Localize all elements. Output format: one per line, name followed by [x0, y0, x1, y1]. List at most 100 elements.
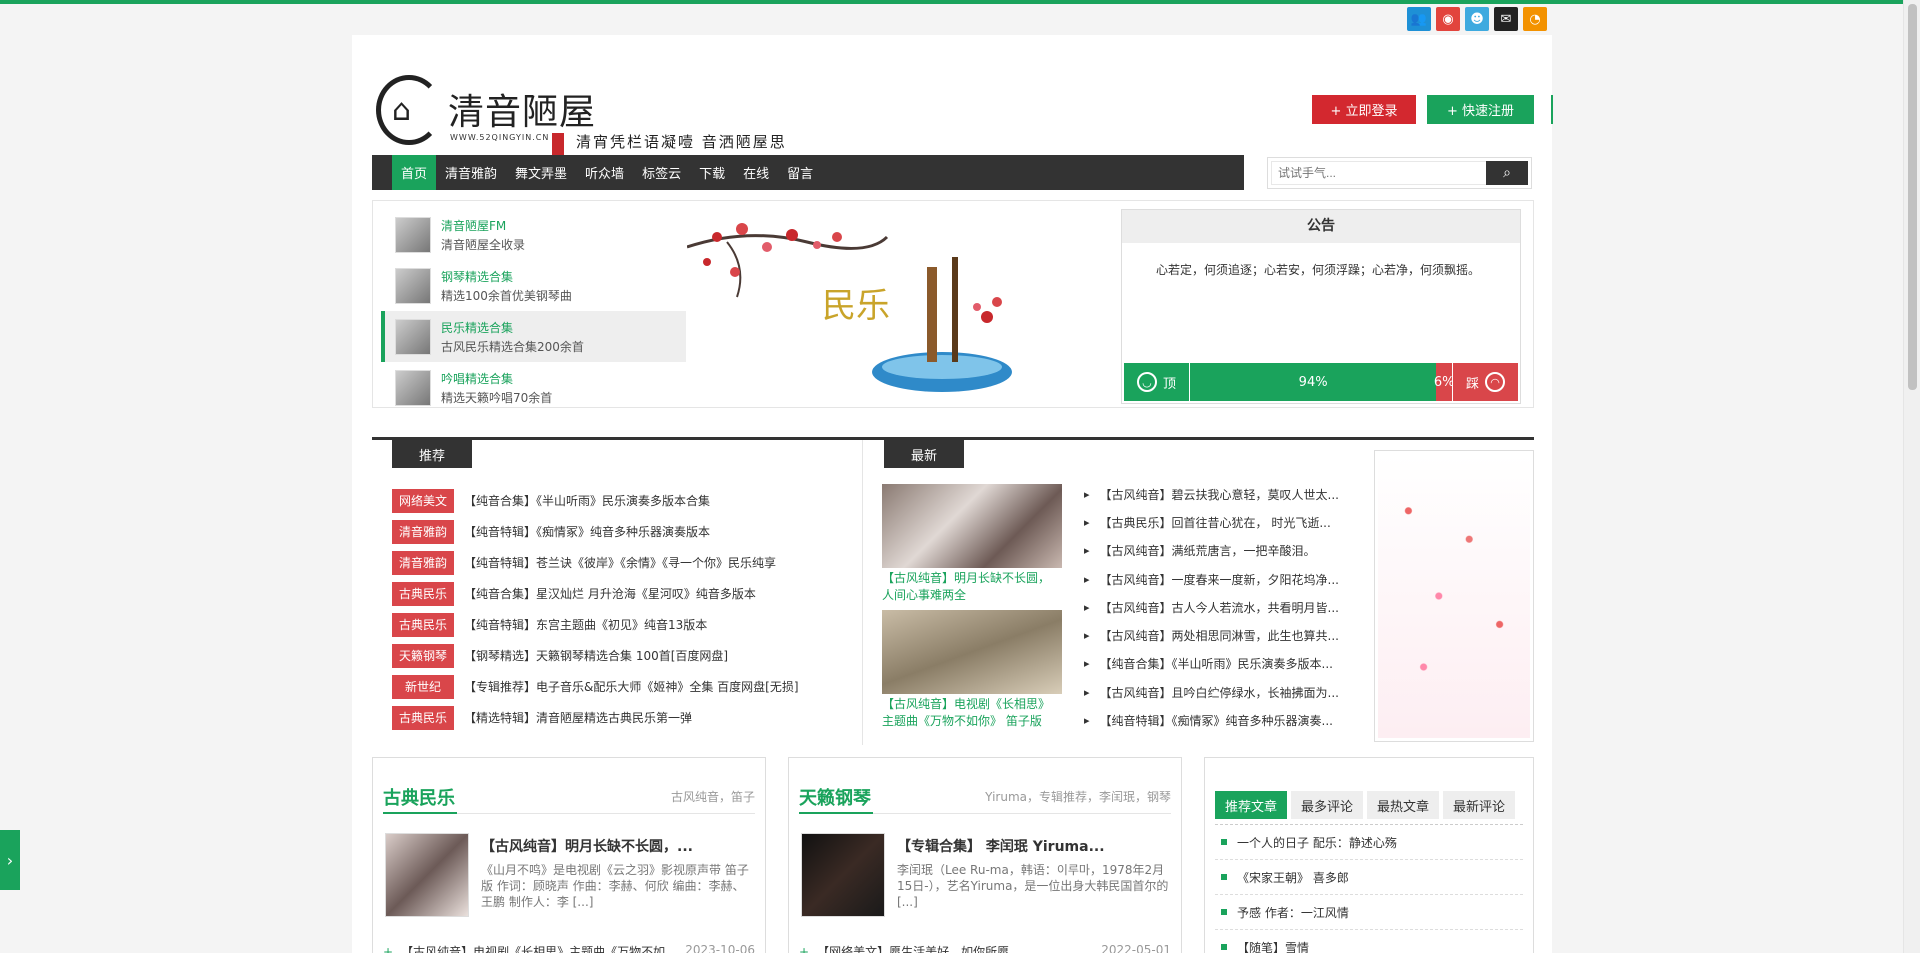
category-tag[interactable]: 清音雅韵 [392, 550, 454, 575]
list-item[interactable]: 【纯音特辑】《痴情冢》纯音多种乐器演奏... [1084, 706, 1344, 734]
box-title[interactable]: 古典民乐 [383, 784, 457, 814]
article-tabs: 推荐文章 最多评论 最热文章 最新评论 [1215, 791, 1516, 819]
latest-tab[interactable]: 最新 [884, 440, 964, 468]
category-tag[interactable]: 天籁钢琴 [392, 643, 454, 668]
tab-latest-comments[interactable]: 最新评论 [1443, 791, 1516, 819]
list-item[interactable]: 【古典民乐】回首往昔心犹在， 时光飞逝... [1084, 508, 1344, 536]
list-item[interactable]: 《宋家王朝》 喜多郎 [1215, 860, 1523, 895]
item-date: 2022-05-01 [1101, 943, 1171, 953]
social-links: 👥 ◉ ☻ ✉ ◔ [1407, 7, 1547, 31]
list-item[interactable]: 网络美文 【纯音合集】《半山听雨》民乐演奏多版本合集 [392, 485, 852, 516]
list-item[interactable]: 一个人的日子 配乐：静述心殇 [1215, 825, 1523, 860]
feature-item[interactable]: 民乐精选合集 古风民乐精选合集200余首 [381, 311, 686, 362]
list-item[interactable]: 【古风纯音】且吟白纻停绿水，长袖拂面为... [1084, 678, 1344, 706]
list-item[interactable]: 新世纪 【专辑推荐】电子音乐&配乐大师《姬神》全集 百度网盘[无损] [392, 671, 852, 702]
list-item[interactable]: + 【网络美文】愿生活美好，如你所愿 2022-05-01 [799, 943, 1171, 953]
mail-icon[interactable]: ✉ [1494, 7, 1518, 31]
content-middle: 推荐 网络美文 【纯音合集】《半山听雨》民乐演奏多版本合集 清音雅韵 【纯音特辑】《… [372, 437, 1534, 745]
weibo-icon[interactable]: ◉ [1436, 7, 1460, 31]
nav-item-home[interactable]: 首页 [392, 155, 437, 190]
page-scrollbar[interactable] [1903, 0, 1920, 953]
recommend-tab[interactable]: 推荐 [392, 440, 472, 468]
search-icon[interactable]: ⌕ [1486, 161, 1528, 185]
list-item[interactable]: 【纯音合集】《半山听雨》民乐演奏多版本... [1084, 650, 1344, 678]
tab-hottest[interactable]: 最热文章 [1367, 791, 1440, 819]
item-title[interactable]: 【纯音合集】星汉灿烂 月升沧海《星河叹》纯音多版本 [464, 585, 756, 602]
tab-most-commented[interactable]: 最多评论 [1291, 791, 1364, 819]
login-button[interactable]: + 立即登录 [1312, 95, 1416, 124]
nav-item-tags[interactable]: 标签云 [633, 155, 690, 190]
category-tag[interactable]: 新世纪 [392, 674, 454, 699]
list-item[interactable]: 【古风纯音】两处相思同淋雪，此生也算共... [1084, 621, 1344, 649]
category-box-classical: 古典民乐 古风纯音，笛子 【古风纯音】明月长缺不长圆，... 《山月不鸣》是电视… [372, 757, 766, 953]
post-thumbnail[interactable] [385, 833, 469, 917]
post-thumbnail[interactable] [882, 610, 1062, 694]
upvote-button[interactable]: ◡ 顶 [1124, 363, 1190, 401]
item-title[interactable]: 【纯音合集】《半山听雨》民乐演奏多版本合集 [464, 492, 710, 509]
feature-item[interactable]: 钢琴精选合集 精选100余首优美钢琴曲 [381, 260, 686, 311]
side-banner-image[interactable] [1374, 450, 1534, 742]
post-caption[interactable]: 【古风纯音】电视剧《长相思》主题曲《万物不如你》 笛子版 [882, 696, 1062, 736]
list-item[interactable]: 古典民乐 【精选特辑】清音陋屋精选古典民乐第一弹 [392, 702, 852, 733]
post-title[interactable]: 【古风纯音】明月长缺不长圆，... [481, 836, 755, 856]
article-tabs-box: 推荐文章 最多评论 最热文章 最新评论 一个人的日子 配乐：静述心殇 《宋家王朝… [1204, 757, 1534, 953]
nav-item-listeners[interactable]: 听众墙 [576, 155, 633, 190]
side-toggle-button[interactable]: › [0, 830, 20, 890]
feature-desc: 古风民乐精选合集200余首 [441, 339, 584, 354]
feature-banner-image[interactable]: 民乐 [687, 207, 1053, 407]
item-title[interactable]: 【专辑推荐】电子音乐&配乐大师《姬神》全集 百度网盘[无损] [464, 678, 799, 695]
feature-thumbnail [395, 318, 431, 355]
item-title[interactable]: 【精选特辑】清音陋屋精选古典民乐第一弹 [464, 709, 692, 726]
house-icon: ⌂ [392, 93, 412, 128]
list-item[interactable]: 【古风纯音】满纸荒唐言，一把辛酸泪。 [1084, 537, 1344, 565]
category-tag[interactable]: 古典民乐 [392, 612, 454, 637]
feature-item[interactable]: 清音陋屋FM 清音陋屋全收录 [381, 209, 686, 260]
user-group-icon[interactable]: 👥 [1407, 7, 1431, 31]
list-item[interactable]: 【随笔】雪情 [1215, 930, 1523, 953]
list-item[interactable]: 天籁钢琴 【钢琴精选】天籁钢琴精选合集 100首[百度网盘] [392, 640, 852, 671]
post-caption[interactable]: 【古风纯音】明月长缺不长圆，人间心事难两全 [882, 570, 1062, 610]
list-item[interactable]: + 【古风纯音】电视剧《长相思》主题曲《万物不如... 2023-10-06 [383, 943, 755, 953]
category-tag[interactable]: 古典民乐 [392, 581, 454, 606]
category-tag[interactable]: 古典民乐 [392, 705, 454, 730]
category-tag[interactable]: 网络美文 [392, 488, 454, 513]
qq-icon[interactable]: ☻ [1465, 7, 1489, 31]
list-item[interactable]: 【古风纯音】一度春来一度新，夕阳花坞净... [1084, 565, 1344, 593]
item-title[interactable]: 【古风纯音】电视剧《长相思》主题曲《万物不如... [401, 945, 676, 953]
latest-featured: 【古风纯音】明月长缺不长圆，人间心事难两全 【古风纯音】电视剧《长相思》主题曲《… [882, 484, 1062, 736]
vote-progress: 94% 6% [1190, 363, 1454, 401]
item-title[interactable]: 【纯音特辑】苍兰诀《彼岸》《余情》《寻一个你》民乐纯享 [464, 554, 776, 571]
nav-item-online[interactable]: 在线 [734, 155, 778, 190]
post-thumbnail[interactable] [882, 484, 1062, 568]
nav-item-download[interactable]: 下载 [690, 155, 734, 190]
column-divider [862, 440, 863, 745]
nav-item-message[interactable]: 留言 [778, 155, 822, 190]
list-item[interactable]: 古典民乐 【纯音特辑】东宫主题曲《初见》纯音13版本 [392, 609, 852, 640]
item-title[interactable]: 【纯音特辑】东宫主题曲《初见》纯音13版本 [464, 616, 707, 633]
tab-recommended[interactable]: 推荐文章 [1215, 791, 1288, 819]
item-title[interactable]: 【网络美文】愿生活美好，如你所愿 [817, 945, 1009, 953]
post-title[interactable]: 【专辑合集】 李闰珉 Yiruma... [897, 836, 1171, 856]
feature-item[interactable]: 吟唱精选合集 精选天籁吟唱70余首 [381, 362, 686, 413]
list-item[interactable]: 予感 作者：一江风情 [1215, 895, 1523, 930]
register-button[interactable]: + 快速注册 [1427, 95, 1534, 124]
list-item[interactable]: 清音雅韵 【纯音特辑】苍兰诀《彼岸》《余情》《寻一个你》民乐纯享 [392, 547, 852, 578]
nav-item-writing[interactable]: 舞文弄墨 [506, 155, 576, 190]
chevron-right-icon: › [6, 850, 14, 870]
list-item[interactable]: 清音雅韵 【纯音特辑】《痴情冢》纯音多种乐器演奏版本 [392, 516, 852, 547]
feature-list: 清音陋屋FM 清音陋屋全收录 钢琴精选合集 精选100余首优美钢琴曲 民乐精选合集古… [381, 209, 686, 413]
scrollbar-thumb[interactable] [1908, 4, 1917, 390]
downvote-button[interactable]: 踩 ◠ [1452, 363, 1518, 401]
nav-item-music[interactable]: 清音雅韵 [436, 155, 506, 190]
list-item[interactable]: 【古风纯音】碧云扶我心意轻，莫叹人世太... [1084, 480, 1344, 508]
category-tag[interactable]: 清音雅韵 [392, 519, 454, 544]
list-item[interactable]: 古典民乐 【纯音合集】星汉灿烂 月升沧海《星河叹》纯音多版本 [392, 578, 852, 609]
item-title[interactable]: 【纯音特辑】《痴情冢》纯音多种乐器演奏版本 [464, 523, 710, 540]
rss-icon[interactable]: ◔ [1523, 7, 1547, 31]
list-item[interactable]: 【古风纯音】古人今人若流水，共看明月皆... [1084, 593, 1344, 621]
post-thumbnail[interactable] [801, 833, 885, 917]
search-input[interactable] [1271, 161, 1487, 185]
notice-panel: 公告 心若定，何须追逐；心若安，何须浮躁；心若净，何须飘摇。 ◡ 顶 94% 6… [1121, 209, 1521, 404]
box-title[interactable]: 天籁钢琴 [799, 784, 873, 814]
item-title[interactable]: 【钢琴精选】天籁钢琴精选合集 100首[百度网盘] [464, 647, 728, 664]
